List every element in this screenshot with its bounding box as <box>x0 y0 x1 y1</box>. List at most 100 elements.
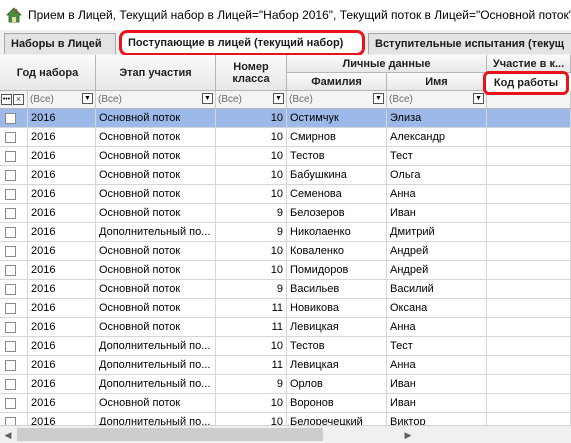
cell-work-code[interactable] <box>487 318 571 337</box>
cell-surname[interactable]: Семенова <box>287 185 387 204</box>
cell-work-code[interactable] <box>487 356 571 375</box>
cell-class-number[interactable]: 9 <box>216 223 287 242</box>
cell-year[interactable]: 2016 <box>28 337 96 356</box>
cell-surname[interactable]: Тестов <box>287 147 387 166</box>
row-checkbox[interactable] <box>5 112 16 124</box>
cell-surname[interactable]: Николаенко <box>287 223 387 242</box>
column-header-class-number[interactable]: Номер класса <box>216 55 287 91</box>
cell-class-number[interactable]: 9 <box>216 375 287 394</box>
cell-name[interactable]: Оксана <box>387 299 487 318</box>
table-row[interactable]: 2016 Основной поток 11 Новикова Оксана <box>0 299 571 318</box>
cell-class-number[interactable]: 11 <box>216 299 287 318</box>
cell-stage[interactable]: Основной поток <box>96 318 216 337</box>
cell-work-code[interactable] <box>487 337 571 356</box>
cell-year[interactable]: 2016 <box>28 147 96 166</box>
cell-class-number[interactable]: 11 <box>216 356 287 375</box>
filter-year[interactable]: (Все) ▼ <box>28 91 96 108</box>
cell-class-number[interactable]: 10 <box>216 261 287 280</box>
row-checkbox[interactable] <box>5 264 16 276</box>
row-checkbox[interactable] <box>5 169 16 181</box>
cell-year[interactable]: 2016 <box>28 109 96 128</box>
cell-stage[interactable]: Основной поток <box>96 166 216 185</box>
cell-class-number[interactable]: 10 <box>216 242 287 261</box>
cell-class-number[interactable]: 11 <box>216 318 287 337</box>
cell-stage[interactable]: Дополнительный по... <box>96 356 216 375</box>
dropdown-arrow-icon[interactable]: ▼ <box>82 93 93 104</box>
cell-stage[interactable]: Основной поток <box>96 204 216 223</box>
cell-year[interactable]: 2016 <box>28 261 96 280</box>
dropdown-arrow-icon[interactable]: ▼ <box>473 93 484 104</box>
row-checkbox[interactable] <box>5 226 16 238</box>
cell-surname[interactable]: Бабушкина <box>287 166 387 185</box>
filter-surname[interactable]: (Все) ▼ <box>287 91 387 108</box>
ellipsis-icon[interactable]: ••• <box>1 94 12 105</box>
cell-class-number[interactable]: 10 <box>216 166 287 185</box>
filter-stage[interactable]: (Все) ▼ <box>96 91 216 108</box>
cell-surname[interactable]: Тестов <box>287 337 387 356</box>
clear-filter-icon[interactable]: × <box>13 94 24 105</box>
scroll-right-arrow-icon[interactable]: ▶ <box>400 427 416 443</box>
cell-work-code[interactable] <box>487 261 571 280</box>
row-checkbox[interactable] <box>5 397 16 409</box>
cell-work-code[interactable] <box>487 242 571 261</box>
row-checkbox[interactable] <box>5 245 16 257</box>
table-row[interactable]: 2016 Основной поток 10 Семенова Анна <box>0 185 571 204</box>
cell-name[interactable]: Иван <box>387 204 487 223</box>
cell-class-number[interactable]: 9 <box>216 280 287 299</box>
cell-name[interactable]: Анна <box>387 185 487 204</box>
cell-surname[interactable]: Новикова <box>287 299 387 318</box>
table-row[interactable]: 2016 Основной поток 9 Белозеров Иван <box>0 204 571 223</box>
cell-stage[interactable]: Дополнительный по... <box>96 223 216 242</box>
cell-work-code[interactable] <box>487 147 571 166</box>
cell-name[interactable]: Александр <box>387 128 487 147</box>
cell-year[interactable]: 2016 <box>28 318 96 337</box>
cell-stage[interactable]: Основной поток <box>96 109 216 128</box>
cell-class-number[interactable]: 10 <box>216 394 287 413</box>
cell-year[interactable]: 2016 <box>28 166 96 185</box>
row-checkbox[interactable] <box>5 188 16 200</box>
row-checkbox[interactable] <box>5 302 16 314</box>
table-row[interactable]: 2016 Основной поток 10 Смирнов Александр <box>0 128 571 147</box>
cell-surname[interactable]: Помидоров <box>287 261 387 280</box>
row-checkbox[interactable] <box>5 150 16 162</box>
tab-lyceum-sets[interactable]: Наборы в Лицей <box>4 33 116 54</box>
cell-year[interactable]: 2016 <box>28 280 96 299</box>
cell-name[interactable]: Анна <box>387 318 487 337</box>
table-row[interactable]: 2016 Дополнительный по... 9 Николаенко Дмитр… <box>0 223 571 242</box>
cell-work-code[interactable] <box>487 128 571 147</box>
cell-surname[interactable]: Воронов <box>287 394 387 413</box>
table-row[interactable]: 2016 Основной поток 10 Воронов Иван <box>0 394 571 413</box>
row-checkbox[interactable] <box>5 131 16 143</box>
dropdown-arrow-icon[interactable]: ▼ <box>202 93 213 104</box>
cell-name[interactable]: Василий <box>387 280 487 299</box>
cell-surname[interactable]: Остимчук <box>287 109 387 128</box>
cell-stage[interactable]: Основной поток <box>96 394 216 413</box>
cell-year[interactable]: 2016 <box>28 375 96 394</box>
cell-work-code[interactable] <box>487 109 571 128</box>
cell-stage[interactable]: Основной поток <box>96 299 216 318</box>
table-row[interactable]: 2016 Основной поток 9 Васильев Василий <box>0 280 571 299</box>
cell-stage[interactable]: Основной поток <box>96 185 216 204</box>
column-header-work-code[interactable]: Код работы <box>483 71 569 95</box>
cell-year[interactable]: 2016 <box>28 185 96 204</box>
cell-work-code[interactable] <box>487 223 571 242</box>
cell-year[interactable]: 2016 <box>28 299 96 318</box>
cell-stage[interactable]: Основной поток <box>96 242 216 261</box>
cell-class-number[interactable]: 10 <box>216 147 287 166</box>
cell-class-number[interactable]: 10 <box>216 337 287 356</box>
cell-year[interactable]: 2016 <box>28 223 96 242</box>
tab-entrance-exams[interactable]: Вступительные испытания (текущ <box>368 33 571 54</box>
cell-name[interactable]: Ольга <box>387 166 487 185</box>
filter-name[interactable]: (Все) ▼ <box>387 91 487 108</box>
cell-surname[interactable]: Васильев <box>287 280 387 299</box>
table-row[interactable]: 2016 Основной поток 10 Бабушкина Ольга <box>0 166 571 185</box>
table-row[interactable]: 2016 Основной поток 10 Тестов Тест <box>0 147 571 166</box>
cell-work-code[interactable] <box>487 166 571 185</box>
cell-year[interactable]: 2016 <box>28 204 96 223</box>
cell-surname[interactable]: Смирнов <box>287 128 387 147</box>
column-header-year[interactable]: Год набора <box>0 55 96 91</box>
cell-year[interactable]: 2016 <box>28 356 96 375</box>
row-checkbox[interactable] <box>5 378 16 390</box>
cell-year[interactable]: 2016 <box>28 242 96 261</box>
cell-stage[interactable]: Основной поток <box>96 280 216 299</box>
